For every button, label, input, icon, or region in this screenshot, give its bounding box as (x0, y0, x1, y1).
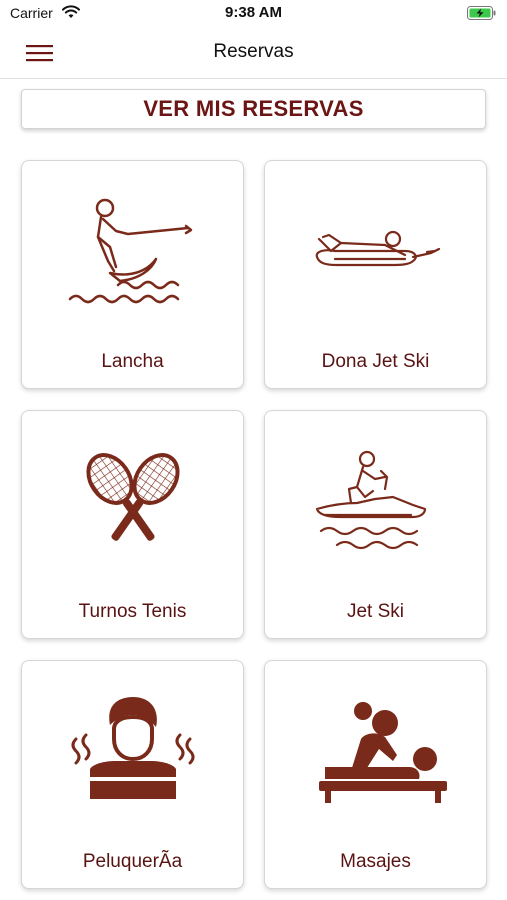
service-label: Jet Ski (346, 601, 405, 622)
service-label: Masajes (340, 851, 411, 872)
service-card-lancha[interactable]: Lancha (21, 160, 244, 389)
service-label: Dona Jet Ski (321, 351, 430, 372)
service-card-peluqueria[interactable]: PeluquerÃa (21, 660, 244, 889)
service-card-masajes[interactable]: Masajes (264, 660, 487, 889)
service-card-jet-ski[interactable]: Jet Ski (264, 410, 487, 639)
towable-tube-icon (315, 230, 441, 267)
status-bar: Carrier 9:38 AM (0, 0, 507, 28)
service-label: Turnos Tenis (78, 601, 187, 622)
battery-charging-icon (467, 6, 496, 20)
massage-icon (319, 702, 447, 803)
clock: 9:38 AM (225, 4, 282, 21)
tennis-rackets-icon (86, 453, 180, 541)
service-card-turnos-tenis[interactable]: Turnos Tenis (21, 410, 244, 639)
service-label: PeluquerÃa (82, 851, 183, 872)
jet-ski-icon (315, 450, 427, 550)
service-card-dona-jet-ski[interactable]: Dona Jet Ski (264, 160, 487, 389)
service-label: Lancha (101, 351, 164, 372)
my-bookings-button[interactable]: VER MIS RESERVAS (21, 89, 486, 129)
navigation-bar: Reservas (0, 28, 507, 79)
page-title: Reservas (213, 41, 294, 62)
hairdresser-icon (71, 697, 195, 799)
waterski-icon (68, 198, 193, 304)
